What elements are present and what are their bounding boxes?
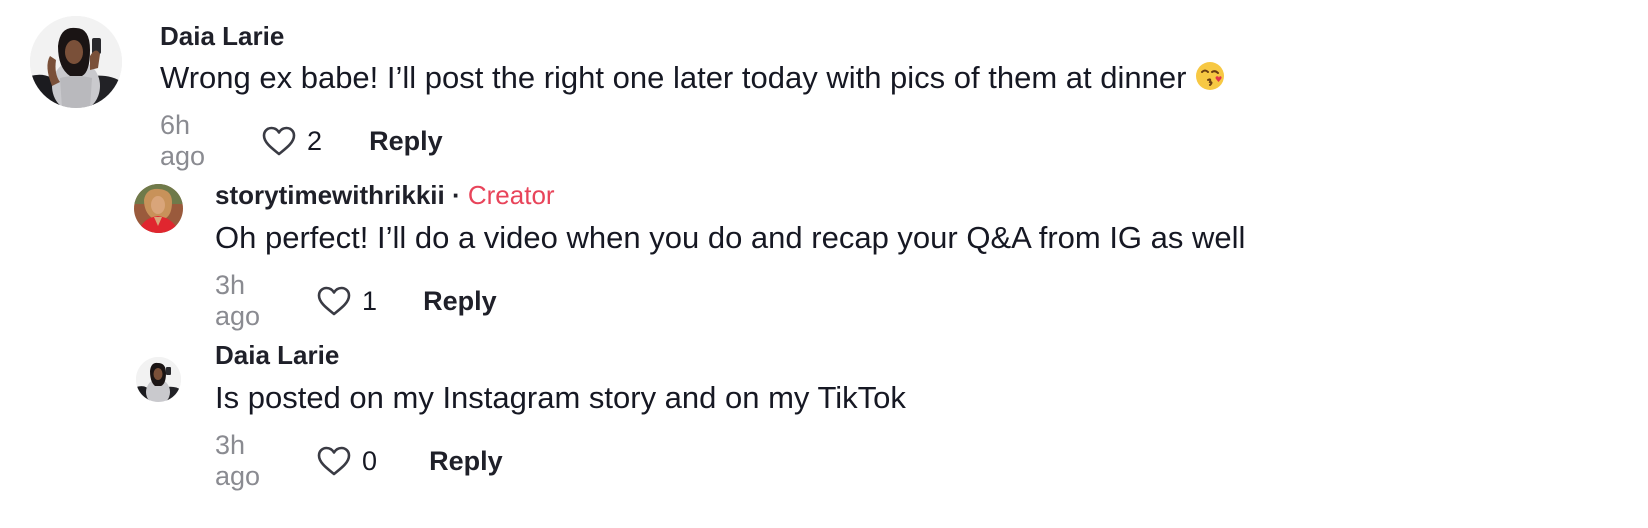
creator-badge: Creator [467,180,555,210]
username-link[interactable]: storytimewithrikkii [215,180,445,210]
avatar[interactable] [136,357,181,402]
like-button[interactable]: 2 [261,125,322,157]
like-button[interactable]: 1 [316,285,377,317]
comment-body: Wrong ex babe! I’ll post the right one l… [160,60,1187,95]
comment-text: Is posted on my Instagram story and on m… [215,380,906,415]
comment-thread: Daia Larie Wrong ex babe! I’ll post the … [0,0,1648,528]
avatar[interactable] [30,16,122,108]
like-button[interactable]: 0 [316,445,377,477]
heart-icon [262,126,296,156]
comment-timestamp: 3h ago [215,430,261,491]
comment-text: Oh perfect! I’ll do a video when you do … [215,220,1246,255]
comment-meta: 3h ago 1 Reply [215,270,497,332]
heart-icon [317,286,351,316]
comment-meta: 6h ago 2 Reply [160,110,443,172]
reply-button[interactable]: Reply [429,446,503,477]
heart-icon [317,446,351,476]
comment-meta: 3h ago 0 Reply [215,430,503,492]
comment-timestamp: 3h ago [215,270,261,331]
like-count: 2 [307,125,323,156]
avatar[interactable] [134,184,183,233]
badge-separator: · [451,180,461,210]
like-count: 1 [362,285,378,316]
reply-button[interactable]: Reply [369,126,443,157]
comment-username[interactable]: Daia Larie [160,21,284,52]
comment-timestamp: 6h ago [160,110,206,171]
like-count: 0 [362,445,378,476]
comment-username: storytimewithrikkii · Creator [215,180,555,211]
kissing-face-icon [1194,60,1226,100]
comment-text: Wrong ex babe! I’ll post the right one l… [160,60,1226,100]
comment-username[interactable]: Daia Larie [215,340,339,371]
reply-button[interactable]: Reply [423,286,497,317]
